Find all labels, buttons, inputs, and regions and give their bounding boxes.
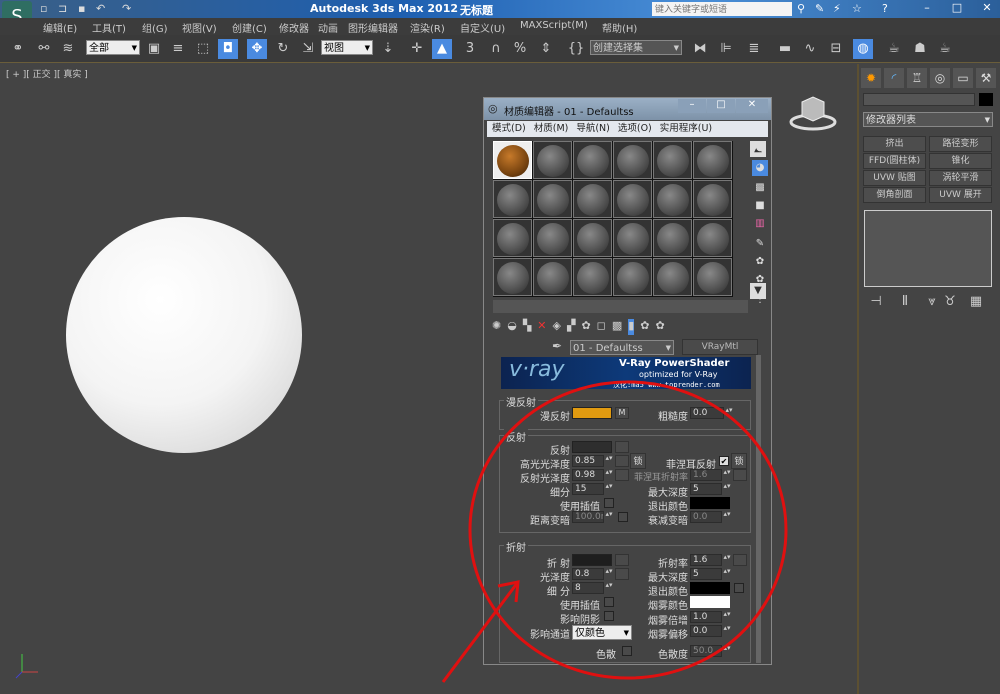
- annotation-arrow-line: [441, 581, 520, 683]
- annotation-overlay: [441, 380, 788, 683]
- annotation-circle: [468, 380, 788, 680]
